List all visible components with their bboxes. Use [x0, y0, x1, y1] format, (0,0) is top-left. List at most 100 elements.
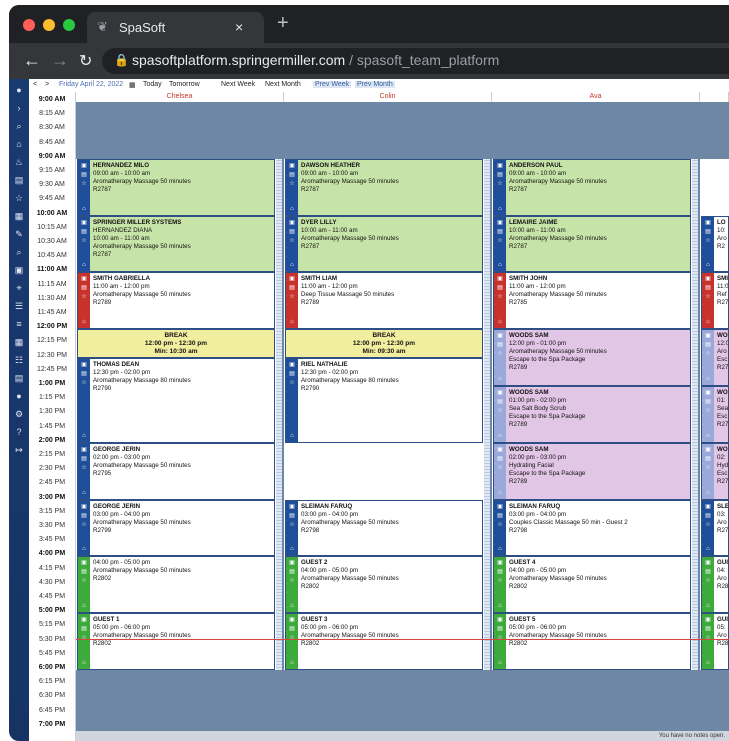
vip-icon[interactable]: ☆	[80, 379, 88, 387]
appointment-card[interactable]: ▣ ▤ ☆ ⌂ WO 02: Hyd Esc R27	[701, 442, 729, 500]
maximize-window-button[interactable]	[63, 19, 75, 31]
appointment-icon[interactable]: ▣	[496, 332, 504, 340]
appointment-card[interactable]: ▣ ▤ ☆ ⌂ SLEIMAN FARUQ 03:00 pm - 04:00 pm Arom…	[285, 499, 483, 557]
next-month-button[interactable]: Next Month	[265, 81, 301, 88]
today-button[interactable]: Today	[143, 81, 162, 88]
notes-icon[interactable]: ▤	[80, 455, 88, 463]
notes-icon[interactable]: ▤	[704, 398, 712, 406]
appointment-card[interactable]: ▣ ▤ ☆ ⌂ WO 01: Sea Esc R27	[701, 386, 729, 443]
calendar-icon[interactable]: ▦	[129, 81, 136, 89]
notes-icon[interactable]: ▤	[704, 284, 712, 292]
back-arrow-icon[interactable]: ←	[23, 50, 41, 71]
appointment-icon[interactable]: ▣	[80, 559, 88, 567]
search-icon[interactable]: ⌕	[12, 119, 26, 133]
appointment-icon[interactable]: ▣	[704, 389, 712, 397]
vip-icon[interactable]: ☆	[704, 577, 712, 585]
notes-icon[interactable]: ▤	[288, 625, 296, 633]
appointment-icon[interactable]: ▣	[80, 361, 88, 369]
therapist-header[interactable]: Colin	[284, 92, 492, 102]
appointment-icon[interactable]: ▣	[288, 361, 296, 369]
prev-day-button[interactable]: <	[33, 81, 37, 88]
appointment-icon[interactable]: ▣	[704, 332, 712, 340]
notes-icon[interactable]: ▤	[288, 228, 296, 236]
tab-spasoft[interactable]: ❦ SpaSoft ×	[87, 12, 264, 43]
notes-icon[interactable]: ▤	[80, 228, 88, 236]
vip-icon[interactable]: ☆	[80, 521, 88, 529]
help-icon[interactable]: ?	[12, 425, 26, 439]
appointment-icon[interactable]: ▣	[704, 616, 712, 624]
notes-icon[interactable]: ▤	[288, 370, 296, 378]
appointment-icon[interactable]: ▣	[704, 559, 712, 567]
notes-icon[interactable]: ▤	[704, 341, 712, 349]
grid-icon[interactable]: ▦	[12, 335, 26, 349]
notes-icon[interactable]: ▤	[496, 512, 504, 520]
next-day-button[interactable]: >	[45, 81, 49, 88]
appointment-card[interactable]: ▣ ▤ ☆ ⌂ DYER LILLY 10:00 am - 11:00 am Aromath…	[285, 215, 483, 273]
vip-icon[interactable]: ☆	[496, 293, 504, 301]
notes-icon[interactable]: ▤	[496, 455, 504, 463]
appointment-icon[interactable]: ▣	[704, 446, 712, 454]
spa-icon[interactable]: ♨	[12, 155, 26, 169]
home-icon[interactable]: ⌂	[12, 137, 26, 151]
appointment-card[interactable]: ▣ ▤ ☆ ⌂ LEMAIRE JAIME 10:00 am - 11:00 am Arom…	[493, 215, 691, 273]
notes-icon[interactable]: ▤	[496, 568, 504, 576]
report-icon[interactable]: ▤	[12, 371, 26, 385]
notes-icon[interactable]: ▤	[80, 512, 88, 520]
logout-icon[interactable]: ↦	[12, 443, 26, 457]
appointment-card[interactable]: ▣▤☆ ⌂ WOO12:0AroEscR27	[701, 329, 729, 386]
notes-icon[interactable]: ▤	[288, 568, 296, 576]
appointment-card[interactable]: ▣ ▤ ☆ ⌂ DAWSON HEATHER 09:00 am - 10:00 am Aro…	[285, 158, 483, 216]
notes-icon[interactable]: ▤	[496, 341, 504, 349]
notes-icon[interactable]: ▤	[704, 455, 712, 463]
edit-icon[interactable]: ✎	[12, 227, 26, 241]
appointment-icon[interactable]: ▣	[496, 559, 504, 567]
appointment-card[interactable]: ▣ ▤ ☆ ⌂ SMITH JOHN 11:00 am - 12:00 pm Aromath…	[493, 272, 691, 330]
expand-icon[interactable]: ›	[12, 101, 26, 115]
vip-icon[interactable]: ☆	[80, 293, 88, 301]
vip-icon[interactable]: ☆	[80, 577, 88, 585]
appointment-card[interactable]: ▣ ▤ ☆ ⌂ GUEST 4 04:00 pm - 05:00 pm Aromathera…	[493, 556, 691, 614]
therapist-header[interactable]: Ava	[492, 92, 700, 102]
appointment-icon[interactable]: ▣	[496, 503, 504, 511]
vip-icon[interactable]: ☆	[288, 180, 296, 188]
vip-icon[interactable]: ☆	[496, 407, 504, 415]
vip-icon[interactable]: ☆	[496, 350, 504, 358]
vip-icon[interactable]: ☆	[496, 237, 504, 245]
appointment-card[interactable]: ▣ ▤ ☆ ⌂ GEORGE JERIN 03:00 pm - 04:00 pm Aroma…	[77, 499, 275, 557]
next-week-button[interactable]: Next Week	[221, 81, 255, 88]
notes-icon[interactable]: ▤	[496, 228, 504, 236]
appointment-card[interactable]: ▣ ▤ ☆ ⌂ GUEST 2 04:00 pm - 05:00 pm Aromathera…	[285, 556, 483, 614]
vip-icon[interactable]: ☆	[496, 577, 504, 585]
notes-icon[interactable]: ▤	[80, 568, 88, 576]
user-icon[interactable]: ●	[12, 83, 26, 97]
gear-icon[interactable]: ⚙	[12, 407, 26, 421]
vip-icon[interactable]: ☆	[80, 180, 88, 188]
tab-close-icon[interactable]: ×	[235, 19, 243, 35]
vip-icon[interactable]: ☆	[704, 237, 712, 245]
notes-icon[interactable]: ▤	[496, 171, 504, 179]
appointment-icon[interactable]: ▣	[80, 446, 88, 454]
appointment-icon[interactable]: ▣	[704, 503, 712, 511]
roster-icon[interactable]: ☷	[12, 353, 26, 367]
appointment-card[interactable]: ▣ ▤ ☆ ⌂ LO 10: Aro R2	[701, 215, 729, 273]
appointment-icon[interactable]: ▣	[80, 503, 88, 511]
notes-icon[interactable]: ▤	[496, 284, 504, 292]
vip-icon[interactable]: ☆	[704, 464, 712, 472]
appointment-card[interactable]: ▣▤☆⌂GUEST 305:00 pm - 06:00 pmAromathera…	[285, 613, 483, 670]
appointment-card[interactable]: ▣ ▤ ☆ ⌂ RIEL NATHALIE 12:30 pm - 02:00 pm Arom…	[285, 357, 483, 443]
notes-icon[interactable]: ▤	[80, 284, 88, 292]
appointment-card[interactable]: ▣ ▤ ☆ ⌂ SLE 03: Aro R27	[701, 499, 729, 557]
appointment-card[interactable]: ▣ ▤ ☆ ⌂ SMI 11:0 Ref R27	[701, 272, 729, 330]
appointment-icon[interactable]: ▣	[704, 219, 712, 227]
appointment-icon[interactable]: ▣	[80, 616, 88, 624]
tomorrow-button[interactable]: Tomorrow	[169, 81, 200, 88]
vip-icon[interactable]: ☆	[496, 521, 504, 529]
vip-icon[interactable]: ☆	[80, 237, 88, 245]
therapist-header[interactable]	[700, 92, 729, 102]
forward-arrow-icon[interactable]: →	[51, 50, 69, 71]
appointment-icon[interactable]: ▣	[496, 275, 504, 283]
notes-icon[interactable]: ▤	[496, 398, 504, 406]
appointment-icon[interactable]: ▣	[80, 219, 88, 227]
reload-icon[interactable]: ↻	[79, 51, 92, 71]
appointment-icon[interactable]: ▣	[496, 389, 504, 397]
